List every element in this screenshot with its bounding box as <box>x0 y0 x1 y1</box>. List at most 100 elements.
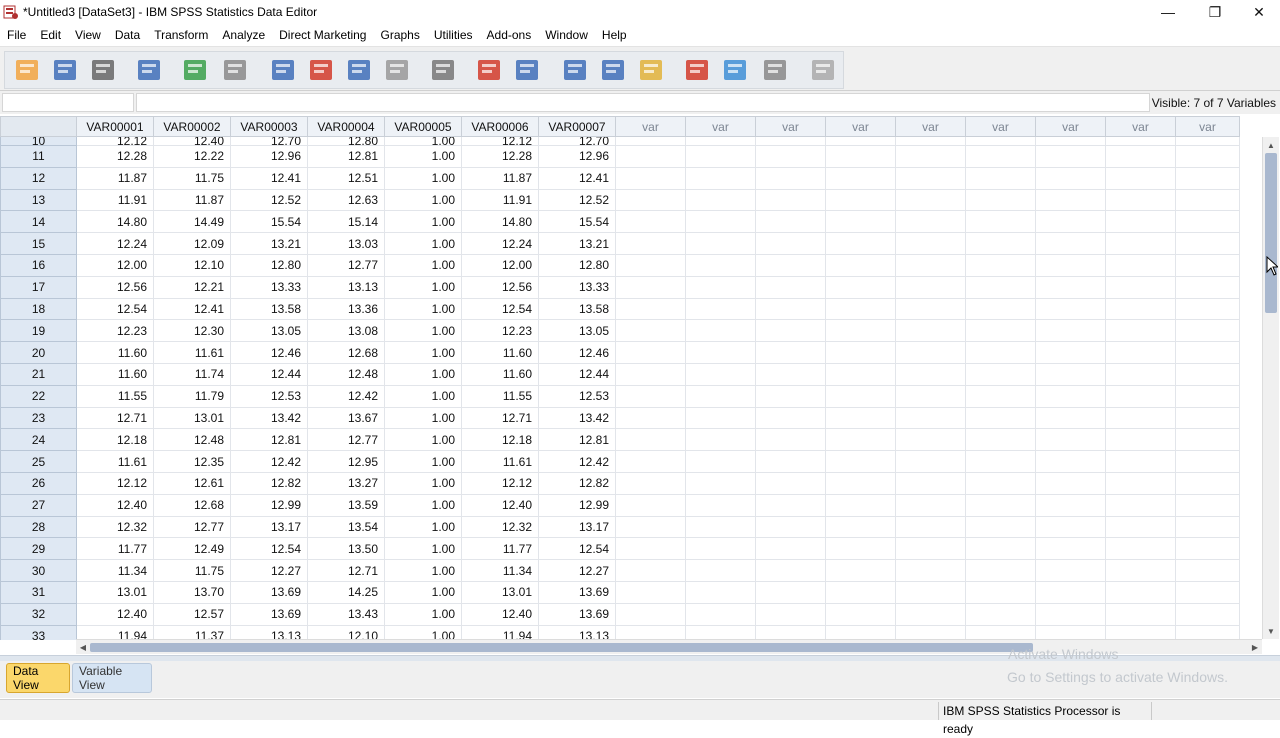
data-cell[interactable]: 13.69 <box>538 580 616 604</box>
empty-cell[interactable] <box>965 341 1036 364</box>
data-cell[interactable]: 1.00 <box>384 602 462 626</box>
data-cell[interactable]: 13.70 <box>153 580 231 604</box>
empty-cell[interactable] <box>1105 232 1176 255</box>
data-cell[interactable]: 13.13 <box>230 624 308 640</box>
empty-cell[interactable] <box>965 428 1036 452</box>
empty-cell[interactable] <box>825 624 896 640</box>
empty-cell[interactable] <box>965 515 1036 539</box>
data-cell[interactable]: 12.41 <box>153 297 231 321</box>
empty-cell[interactable] <box>965 450 1036 473</box>
empty-variable-header[interactable]: var <box>895 116 966 137</box>
data-cell[interactable]: 13.69 <box>230 602 308 626</box>
data-cell[interactable]: 12.40 <box>76 493 154 517</box>
data-cell[interactable]: 12.18 <box>76 428 154 452</box>
empty-cell[interactable] <box>1105 145 1176 168</box>
empty-cell[interactable] <box>1175 166 1240 190</box>
data-cell[interactable]: 12.22 <box>153 145 231 168</box>
empty-cell[interactable] <box>825 275 896 299</box>
empty-cell[interactable] <box>1105 384 1176 408</box>
empty-variable-header[interactable]: var <box>615 116 686 137</box>
recall-dialog-icon[interactable] <box>134 55 164 85</box>
data-cell[interactable]: 12.56 <box>461 275 539 299</box>
column-header-var00001[interactable]: VAR00001 <box>76 116 154 137</box>
empty-cell[interactable] <box>755 602 826 626</box>
data-cell[interactable]: 12.68 <box>153 493 231 517</box>
menu-graphs[interactable]: Graphs <box>373 28 426 42</box>
data-cell[interactable]: 11.61 <box>76 450 154 473</box>
empty-cell[interactable] <box>1175 515 1240 539</box>
restore-button[interactable]: ❐ <box>1193 0 1237 24</box>
data-cell[interactable]: 13.58 <box>230 297 308 321</box>
empty-cell[interactable] <box>965 232 1036 255</box>
empty-cell[interactable] <box>895 471 966 495</box>
data-cell[interactable]: 1.00 <box>384 471 462 495</box>
row-number[interactable]: 12 <box>0 166 77 190</box>
scroll-down-arrow-icon[interactable]: ▼ <box>1263 623 1279 639</box>
empty-cell[interactable] <box>685 493 756 517</box>
data-cell[interactable]: 12.82 <box>538 471 616 495</box>
data-cell[interactable]: 1.00 <box>384 136 462 146</box>
data-cell[interactable]: 12.41 <box>538 166 616 190</box>
menu-file[interactable]: File <box>0 28 33 42</box>
close-button[interactable]: ✕ <box>1237 0 1280 24</box>
empty-cell[interactable] <box>755 297 826 321</box>
data-cell[interactable]: 1.00 <box>384 362 462 386</box>
empty-cell[interactable] <box>1175 319 1240 343</box>
data-cell[interactable]: 13.42 <box>230 406 308 430</box>
row-number[interactable]: 33 <box>0 624 77 640</box>
empty-cell[interactable] <box>755 428 826 452</box>
data-cell[interactable]: 12.18 <box>461 428 539 452</box>
data-cell[interactable]: 11.60 <box>76 362 154 386</box>
data-cell[interactable]: 11.91 <box>461 188 539 212</box>
empty-cell[interactable] <box>965 406 1036 430</box>
insert-cases-icon[interactable] <box>474 55 504 85</box>
data-cell[interactable]: 13.33 <box>538 275 616 299</box>
empty-cell[interactable] <box>965 136 1036 146</box>
data-cell[interactable]: 12.81 <box>307 145 385 168</box>
redo-icon[interactable] <box>220 55 250 85</box>
empty-cell[interactable] <box>685 188 756 212</box>
empty-cell[interactable] <box>1035 515 1106 539</box>
empty-cell[interactable] <box>1175 602 1240 626</box>
empty-cell[interactable] <box>1105 537 1176 561</box>
row-number[interactable]: 31 <box>0 580 77 604</box>
empty-cell[interactable] <box>895 145 966 168</box>
select-cases-icon[interactable] <box>636 55 666 85</box>
data-cell[interactable]: 13.05 <box>538 319 616 343</box>
empty-cell[interactable] <box>825 188 896 212</box>
row-number[interactable]: 25 <box>0 450 77 473</box>
row-number[interactable]: 13 <box>0 188 77 212</box>
empty-cell[interactable] <box>1105 166 1176 190</box>
empty-cell[interactable] <box>825 559 896 582</box>
data-cell[interactable]: 12.56 <box>76 275 154 299</box>
data-cell[interactable]: 1.00 <box>384 384 462 408</box>
data-cell[interactable]: 14.80 <box>76 210 154 234</box>
weight-cases-icon[interactable] <box>598 55 628 85</box>
empty-cell[interactable] <box>1175 559 1240 582</box>
empty-cell[interactable] <box>1175 341 1240 364</box>
data-cell[interactable]: 12.32 <box>76 515 154 539</box>
data-cell[interactable]: 11.77 <box>76 537 154 561</box>
empty-cell[interactable] <box>1175 406 1240 430</box>
data-cell[interactable]: 11.87 <box>76 166 154 190</box>
empty-cell[interactable] <box>895 232 966 255</box>
empty-cell[interactable] <box>1035 210 1106 234</box>
empty-cell[interactable] <box>965 559 1036 582</box>
empty-cell[interactable] <box>1035 297 1106 321</box>
empty-cell[interactable] <box>615 210 686 234</box>
empty-cell[interactable] <box>825 136 896 146</box>
empty-cell[interactable] <box>1035 253 1106 277</box>
empty-cell[interactable] <box>1035 232 1106 255</box>
empty-cell[interactable] <box>825 384 896 408</box>
empty-cell[interactable] <box>1035 406 1106 430</box>
empty-cell[interactable] <box>825 210 896 234</box>
empty-cell[interactable] <box>1105 136 1176 146</box>
empty-cell[interactable] <box>685 624 756 640</box>
empty-cell[interactable] <box>1035 450 1106 473</box>
menu-add-ons[interactable]: Add-ons <box>480 28 539 42</box>
data-cell[interactable]: 12.46 <box>230 341 308 364</box>
empty-cell[interactable] <box>1035 537 1106 561</box>
row-number[interactable]: 21 <box>0 362 77 386</box>
row-number[interactable]: 26 <box>0 471 77 495</box>
scroll-left-arrow-icon[interactable]: ◀ <box>76 640 90 655</box>
